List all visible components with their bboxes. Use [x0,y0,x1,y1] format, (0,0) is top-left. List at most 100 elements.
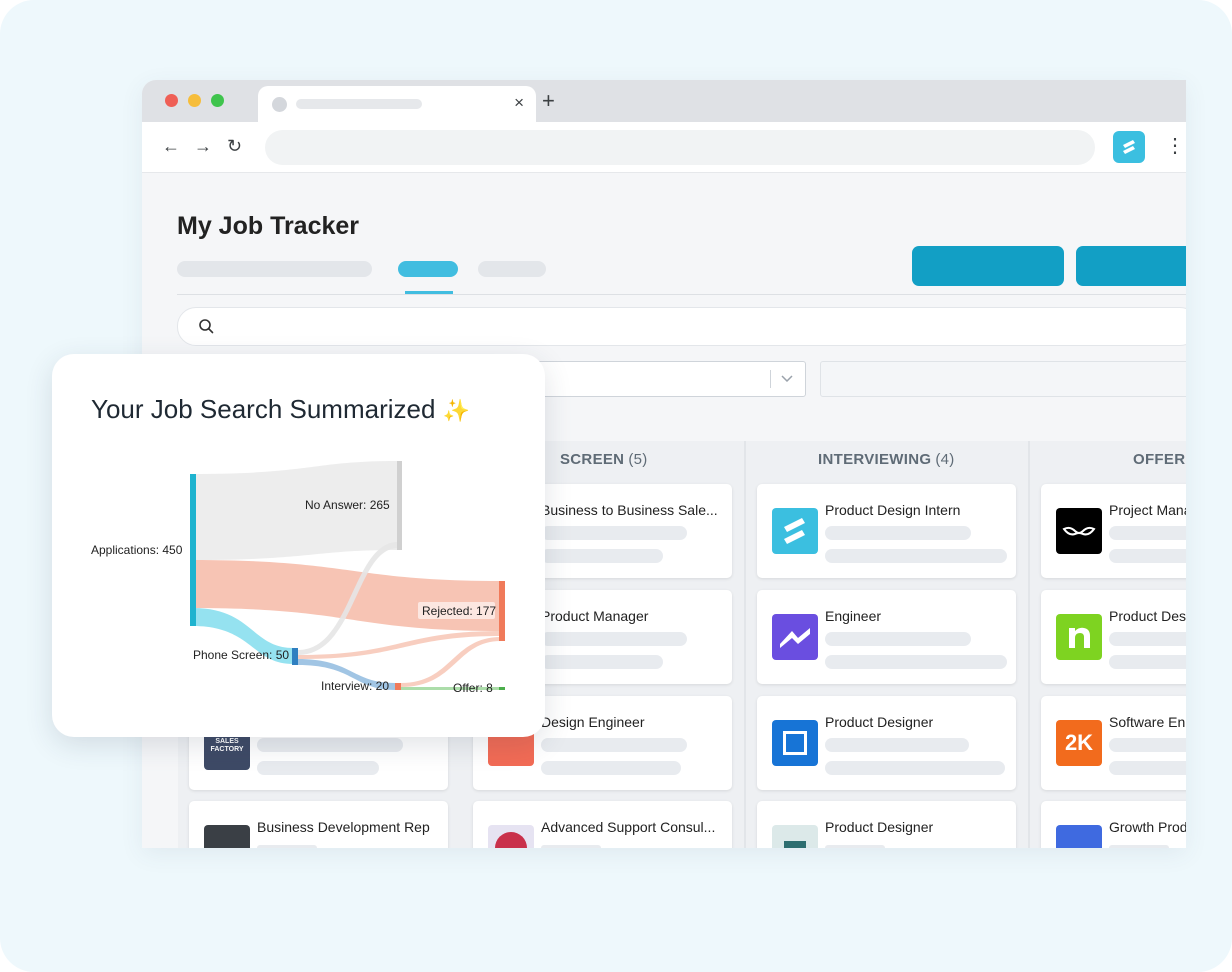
card-placeholder [257,845,317,848]
tab-placeholder[interactable] [177,261,372,277]
job-title: Product Des [1109,608,1186,624]
card-placeholder [1109,549,1186,563]
company-logo [772,720,818,766]
job-title: Business Development Rep [257,819,430,835]
label-rejected: Rejected: 177 [422,604,496,618]
card-placeholder [541,738,687,752]
job-title: Advanced Support Consul... [541,819,716,835]
company-logo [1056,825,1102,848]
card-placeholder [257,761,379,775]
column-name: INTERVIEWING [818,451,932,468]
job-card[interactable]: Software En 2K [1041,696,1186,790]
card-placeholder [1109,526,1186,540]
node-offer [499,687,505,690]
company-logo-text: SALES FACTORY [210,738,244,753]
column-name: OFFER [1133,451,1186,468]
card-placeholder [541,655,663,669]
close-icon[interactable]: × [514,93,524,113]
search-icon [199,319,214,334]
tab-active[interactable] [398,261,458,277]
page-title: My Job Tracker [177,212,360,240]
sankey-chart: Applications: 450 No Answer: 265 Rejecte… [91,461,505,695]
minimize-window-dot[interactable] [188,94,201,107]
card-placeholder [1109,738,1186,752]
forward-icon[interactable]: → [194,136,212,156]
job-card[interactable]: Product Designer [757,696,1016,790]
company-logo [772,508,818,554]
extension-logo-icon [1123,140,1135,154]
card-placeholder [825,632,971,646]
new-tab-icon[interactable]: + [542,88,555,114]
card-placeholder [825,655,1007,669]
company-logo [488,825,534,848]
company-logo-mark [783,731,807,755]
company-logo-icon [1062,526,1096,536]
card-placeholder [825,526,971,540]
job-title: Engineer [825,608,882,624]
node-rejected [499,581,505,641]
job-card[interactable]: Engineer [757,590,1016,684]
label-offer: Offer: 8 [453,681,493,695]
column-count: (5) [628,451,648,468]
primary-button[interactable] [912,246,1064,286]
tab-bar: × + [142,80,1186,122]
company-logo-icon [784,518,805,544]
column-count: (4) [935,451,955,468]
card-placeholder [541,845,601,848]
search-input[interactable] [177,307,1186,346]
node-no-answer [397,461,402,550]
job-title: Design Engineer [541,714,645,730]
company-logo: 2K [1056,720,1102,766]
job-card[interactable]: Business Development Rep [189,801,448,848]
close-window-dot[interactable] [165,94,178,107]
menu-icon[interactable]: ⋮ [1165,134,1185,158]
card-placeholder [541,761,681,775]
filter-input[interactable] [820,361,1186,397]
job-card[interactable]: Product Design Intern [757,484,1016,578]
column-header-interviewing: INTERVIEWING (4) [818,451,955,468]
browser-toolbar: ← → ↻ ⋮ [142,122,1186,173]
company-logo-mark [784,841,806,848]
job-title: Business to Business Sale... [541,502,718,518]
card-placeholder [541,526,687,540]
card-placeholder [257,738,403,752]
company-logo-icon [1069,627,1090,648]
company-logo-text: 2K [1064,730,1094,755]
job-card[interactable]: Growth Prod [1041,801,1186,848]
reload-icon[interactable]: ↻ [227,136,242,156]
back-icon[interactable]: ← [162,136,180,156]
label-phone-screen: Phone Screen: 50 [193,648,289,662]
select-divider [770,370,771,388]
node-phone-screen [292,648,298,665]
tab-placeholder[interactable] [478,261,546,277]
card-placeholder [541,549,663,563]
job-card[interactable]: Advanced Support Consul... [473,801,732,848]
active-tab-underline [405,291,453,294]
job-card[interactable]: Product Des [1041,590,1186,684]
card-placeholder [1109,761,1186,775]
company-logo [204,825,250,848]
address-bar[interactable] [265,130,1095,165]
job-title: Software En [1109,714,1186,730]
card-placeholder [1109,845,1169,848]
job-title: Product Designer [825,819,934,835]
tab-title-placeholder [296,99,422,109]
job-title: Product Designer [825,714,934,730]
filter-select[interactable] [518,361,806,397]
job-title: Project Mana [1109,502,1186,518]
column-divider [744,441,746,848]
column-header-screen: SCREEN (5) [560,451,648,468]
card-placeholder [541,632,687,646]
label-applications: Applications: 450 [91,543,183,557]
job-card[interactable]: Product Designer [757,801,1016,848]
primary-button[interactable] [1076,246,1186,286]
label-interview: Interview: 20 [321,679,389,693]
job-card[interactable]: Project Mana [1041,484,1186,578]
company-logo [1056,614,1102,660]
maximize-window-dot[interactable] [211,94,224,107]
extension-icon[interactable] [1113,131,1145,163]
job-title: Growth Prod [1109,819,1186,835]
job-title: Product Design Intern [825,502,961,518]
company-logo [1056,508,1102,554]
browser-tab[interactable]: × [258,86,536,122]
